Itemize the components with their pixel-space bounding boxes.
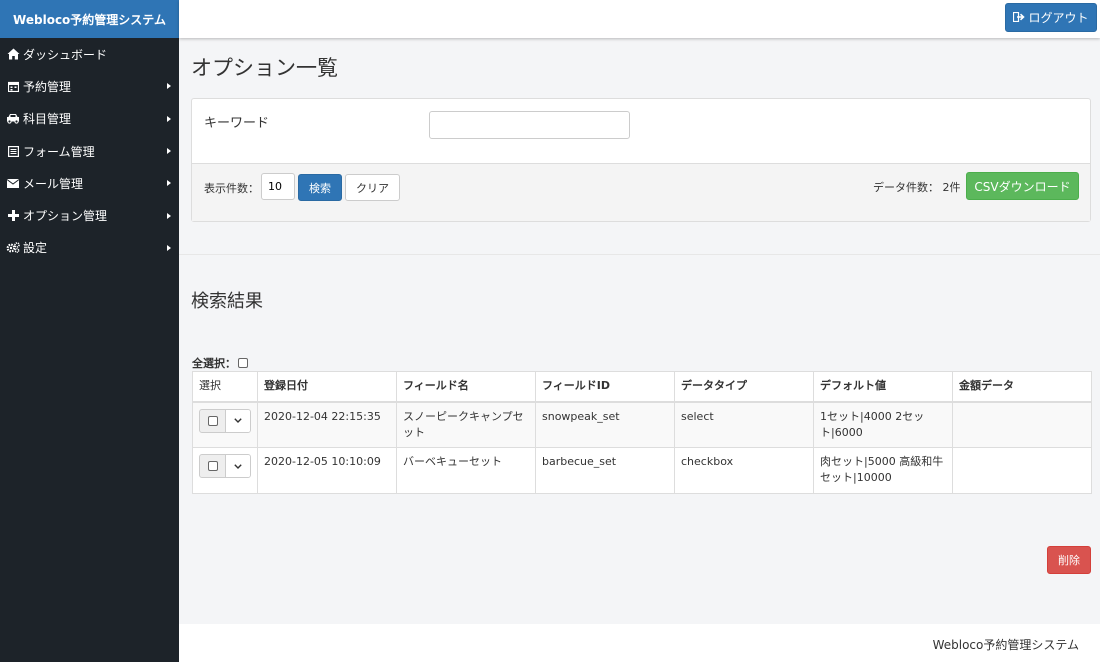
- caret-right-icon: [167, 212, 171, 219]
- chevron-down-icon[interactable]: [226, 455, 250, 477]
- brand-title[interactable]: Webloco予約管理システム: [0, 0, 179, 38]
- delete-button[interactable]: 削除: [1047, 546, 1091, 574]
- logout-label: ログアウト: [1028, 11, 1089, 25]
- sidebar-item-subjects[interactable]: 科目管理: [0, 103, 179, 135]
- top-bar: ログアウト: [179, 0, 1100, 38]
- home-icon: [6, 47, 20, 61]
- column-header-data-type[interactable]: データタイプ: [674, 371, 814, 403]
- form-icon: [6, 144, 20, 158]
- cell-field-name: バーベキューセット: [396, 447, 536, 494]
- sign-out-icon: [1013, 11, 1026, 25]
- column-header-field-name[interactable]: フィールド名: [396, 371, 536, 403]
- perpage-label: 表示件数：: [204, 182, 259, 195]
- select-all-label: 全選択：: [192, 357, 236, 370]
- cell-date: 2020-12-04 22:15:35: [257, 401, 397, 448]
- cell-default-value: 1セット|4000 2セット|6000: [813, 401, 953, 448]
- footer: Webloco予約管理システム: [179, 624, 1100, 662]
- row-select-cell: [192, 401, 258, 448]
- cell-date: 2020-12-05 10:10:09: [257, 447, 397, 494]
- sidebar-item-label: 科目管理: [23, 112, 72, 127]
- search-button[interactable]: 検索: [298, 174, 342, 201]
- row-checkbox-wrap[interactable]: [200, 409, 226, 432]
- table-row: 2020-12-04 22:15:35 スノーピークキャンプセット snowpe…: [192, 401, 1092, 448]
- row-checkbox[interactable]: [207, 461, 218, 471]
- row-action-group: [199, 408, 251, 433]
- clear-button[interactable]: クリア: [345, 174, 400, 201]
- cell-field-id: snowpeak_set: [535, 401, 675, 448]
- sidebar-item-mail[interactable]: メール管理: [0, 167, 179, 199]
- sidebar-item-label: ダッシュボード: [23, 47, 108, 62]
- cell-data-type: checkbox: [674, 447, 814, 494]
- cell-amount: [952, 447, 1092, 494]
- row-checkbox[interactable]: [207, 415, 218, 426]
- sidebar-item-options[interactable]: オプション管理: [0, 199, 179, 231]
- sidebar-item-label: オプション管理: [23, 209, 108, 224]
- search-panel: キーワード 表示件数： 検索 クリア データ件数： 2件 CSVダウンロード: [191, 98, 1091, 222]
- cell-data-type: select: [674, 401, 814, 448]
- page-title: オプション一覧: [191, 56, 338, 80]
- caret-right-icon: [167, 83, 171, 90]
- row-checkbox-wrap[interactable]: [200, 455, 226, 477]
- column-header-date[interactable]: 登録日付: [257, 371, 397, 403]
- cogs-icon: [6, 241, 20, 255]
- sidebar-item-reservations[interactable]: 予約管理: [0, 70, 179, 102]
- column-header-field-id[interactable]: フィールドID: [535, 371, 675, 403]
- sidebar-item-label: フォーム管理: [23, 144, 95, 159]
- select-all-checkbox[interactable]: [238, 358, 248, 368]
- cell-field-name: スノーピークキャンプセット: [396, 401, 536, 448]
- search-panel-footer: 表示件数： 検索 クリア データ件数： 2件 CSVダウンロード: [192, 163, 1090, 221]
- footer-text: Webloco予約管理システム: [932, 638, 1079, 652]
- cell-amount: [952, 401, 1092, 448]
- results-table: 選択 登録日付 フィールド名 フィールドID データタイプ デフォルト値 金額デ…: [192, 371, 1092, 494]
- select-all: 全選択：: [192, 355, 248, 371]
- caret-right-icon: [167, 115, 171, 122]
- column-header-default-value[interactable]: デフォルト値: [813, 371, 953, 403]
- perpage-input[interactable]: [261, 173, 295, 200]
- sidebar: Webloco予約管理システム ダッシュボード 予約管理 科目管理 フォーム管理…: [0, 0, 179, 662]
- table-row: 2020-12-05 10:10:09 バーベキューセット barbecue_s…: [192, 447, 1092, 494]
- section-divider: [179, 254, 1100, 255]
- sidebar-item-forms[interactable]: フォーム管理: [0, 135, 179, 167]
- caret-right-icon: [167, 148, 171, 155]
- sidebar-item-dashboard[interactable]: ダッシュボード: [0, 38, 179, 70]
- results-title: 検索結果: [191, 291, 263, 312]
- csv-download-button[interactable]: CSVダウンロード: [966, 172, 1079, 200]
- keyword-input[interactable]: [429, 111, 630, 139]
- data-count: データ件数： 2件: [873, 181, 961, 194]
- row-action-group: [199, 454, 251, 478]
- sidebar-item-label: 予約管理: [23, 79, 72, 94]
- column-header-select: 選択: [192, 371, 258, 403]
- plus-icon: [6, 209, 20, 223]
- caret-right-icon: [167, 244, 171, 251]
- caret-right-icon: [167, 180, 171, 187]
- calendar-icon: [6, 79, 20, 93]
- car-icon: [6, 112, 20, 126]
- row-select-cell: [192, 447, 258, 494]
- chevron-down-icon[interactable]: [226, 409, 250, 432]
- cell-default-value: 肉セット|5000 高級和牛セット|10000: [813, 447, 953, 494]
- envelope-icon: [6, 176, 20, 190]
- cell-field-id: barbecue_set: [535, 447, 675, 494]
- keyword-label: キーワード: [204, 116, 270, 131]
- sidebar-item-settings[interactable]: 設定: [0, 232, 179, 264]
- table-header-row: 選択 登録日付 フィールド名 フィールドID データタイプ デフォルト値 金額デ…: [192, 371, 1092, 403]
- sidebar-item-label: 設定: [23, 241, 48, 256]
- sidebar-item-label: メール管理: [23, 176, 84, 191]
- column-header-amount[interactable]: 金額データ: [952, 371, 1092, 403]
- logout-button[interactable]: ログアウト: [1005, 3, 1097, 32]
